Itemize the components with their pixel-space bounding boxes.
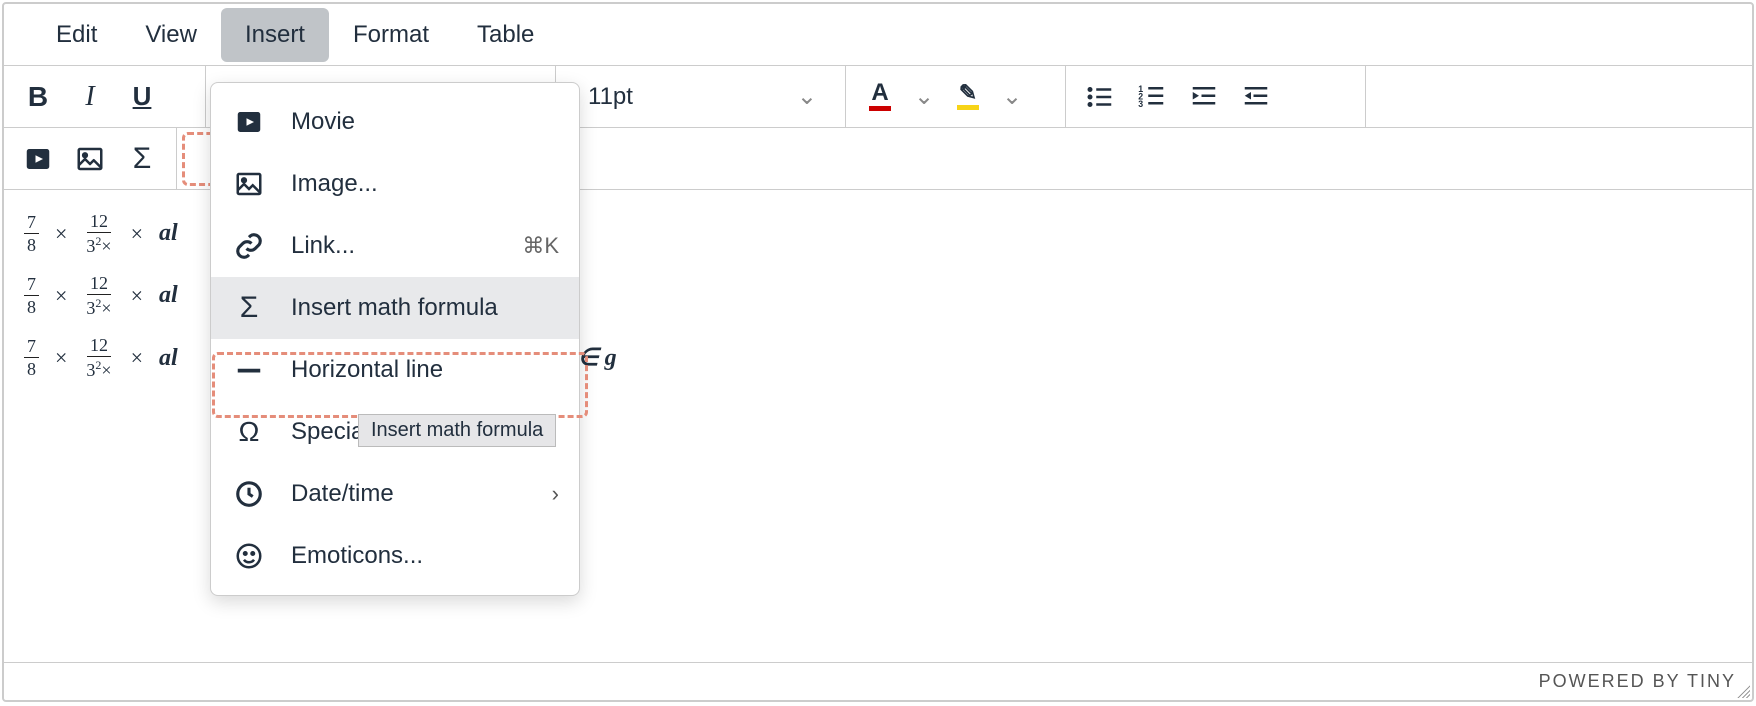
menubar: Edit View Insert Format Table: [4, 4, 1752, 66]
dropdown-label: Date/time: [291, 480, 394, 508]
editor-branding[interactable]: POWERED BY TINY: [1539, 671, 1736, 692]
math-text: al: [159, 202, 178, 264]
text-color-button[interactable]: A: [856, 73, 904, 121]
math-text: al: [159, 264, 178, 326]
menu-view[interactable]: View: [121, 8, 221, 62]
dropdown-item-emoticons[interactable]: Emoticons...: [211, 525, 579, 587]
tooltip: Insert math formula: [358, 414, 556, 447]
bullet-list-button[interactable]: [1076, 73, 1124, 121]
omega-icon: Ω: [231, 416, 267, 448]
math-text: al: [159, 327, 178, 389]
fraction: 7 8: [24, 337, 39, 378]
toolbar-group-color: A ⌄ ✎ ⌄: [846, 66, 1066, 127]
movie-button[interactable]: [14, 135, 62, 183]
times-symbol: ×: [125, 267, 149, 324]
submenu-chevron-icon: ›: [552, 481, 559, 507]
fraction: 12 32×: [83, 212, 114, 255]
times-symbol: ×: [125, 329, 149, 386]
numbered-list-button[interactable]: 123: [1128, 73, 1176, 121]
bold-button[interactable]: B: [14, 73, 62, 121]
dropdown-item-movie[interactable]: Movie: [211, 91, 579, 153]
times-symbol: ×: [49, 329, 73, 386]
image-button[interactable]: [66, 135, 114, 183]
times-symbol: ×: [49, 205, 73, 262]
toolbar-group-list: 123: [1066, 66, 1366, 127]
dropdown-item-math[interactable]: Σ Insert math formula: [211, 277, 579, 339]
clock-icon: [231, 479, 267, 509]
insert-dropdown: Movie Image... Link... ⌘K Σ Insert math …: [210, 82, 580, 596]
fraction: 12 32×: [83, 274, 114, 317]
fraction: 7 8: [24, 213, 39, 254]
link-icon: [231, 231, 267, 261]
dropdown-label: Emoticons...: [291, 542, 423, 570]
image-icon: [231, 169, 267, 199]
toolbar-group-insert: Σ: [4, 128, 177, 189]
fraction: 12 32×: [83, 336, 114, 379]
font-size-select[interactable]: 11pt ⌄: [566, 66, 835, 127]
dropdown-label: Link...: [291, 232, 355, 260]
dropdown-item-datetime[interactable]: Date/time ›: [211, 463, 579, 525]
dropdown-label: Image...: [291, 170, 378, 198]
resize-handle[interactable]: [1736, 684, 1750, 698]
movie-icon: [231, 107, 267, 137]
menu-edit[interactable]: Edit: [32, 8, 121, 62]
sigma-icon: Σ: [231, 291, 267, 325]
math-button[interactable]: Σ: [118, 135, 166, 183]
underline-button[interactable]: U: [118, 73, 166, 121]
highlight-color-chevron[interactable]: ⌄: [996, 73, 1028, 121]
menu-insert[interactable]: Insert: [221, 8, 329, 62]
toolbar-group-size: 11pt ⌄: [556, 66, 846, 127]
chevron-down-icon: ⌄: [797, 82, 817, 111]
statusbar: POWERED BY TINY: [4, 662, 1752, 700]
menu-table[interactable]: Table: [453, 8, 558, 62]
fraction: 7 8: [24, 275, 39, 316]
times-symbol: ×: [49, 267, 73, 324]
dropdown-label: Movie: [291, 108, 355, 136]
indent-button[interactable]: [1180, 73, 1228, 121]
dropdown-shortcut: ⌘K: [522, 233, 559, 259]
outdent-button[interactable]: [1232, 73, 1280, 121]
font-size-label: 11pt: [588, 83, 633, 111]
dropdown-item-hr[interactable]: Horizontal line: [211, 339, 579, 401]
horizontal-line-icon: [231, 355, 267, 385]
menu-format[interactable]: Format: [329, 8, 453, 62]
svg-text:3: 3: [1138, 99, 1143, 109]
dropdown-item-link[interactable]: Link... ⌘K: [211, 215, 579, 277]
times-symbol: ×: [125, 205, 149, 262]
dropdown-item-image[interactable]: Image...: [211, 153, 579, 215]
toolbar-group-text-format: B I U: [4, 66, 206, 127]
dropdown-label: Horizontal line: [291, 356, 443, 384]
text-color-chevron[interactable]: ⌄: [908, 73, 940, 121]
italic-button[interactable]: I: [66, 73, 114, 121]
highlight-color-button[interactable]: ✎: [944, 73, 992, 121]
dropdown-label: Insert math formula: [291, 294, 498, 322]
toolbar-group-blank-1: [1366, 66, 1752, 127]
smiley-icon: [231, 541, 267, 571]
